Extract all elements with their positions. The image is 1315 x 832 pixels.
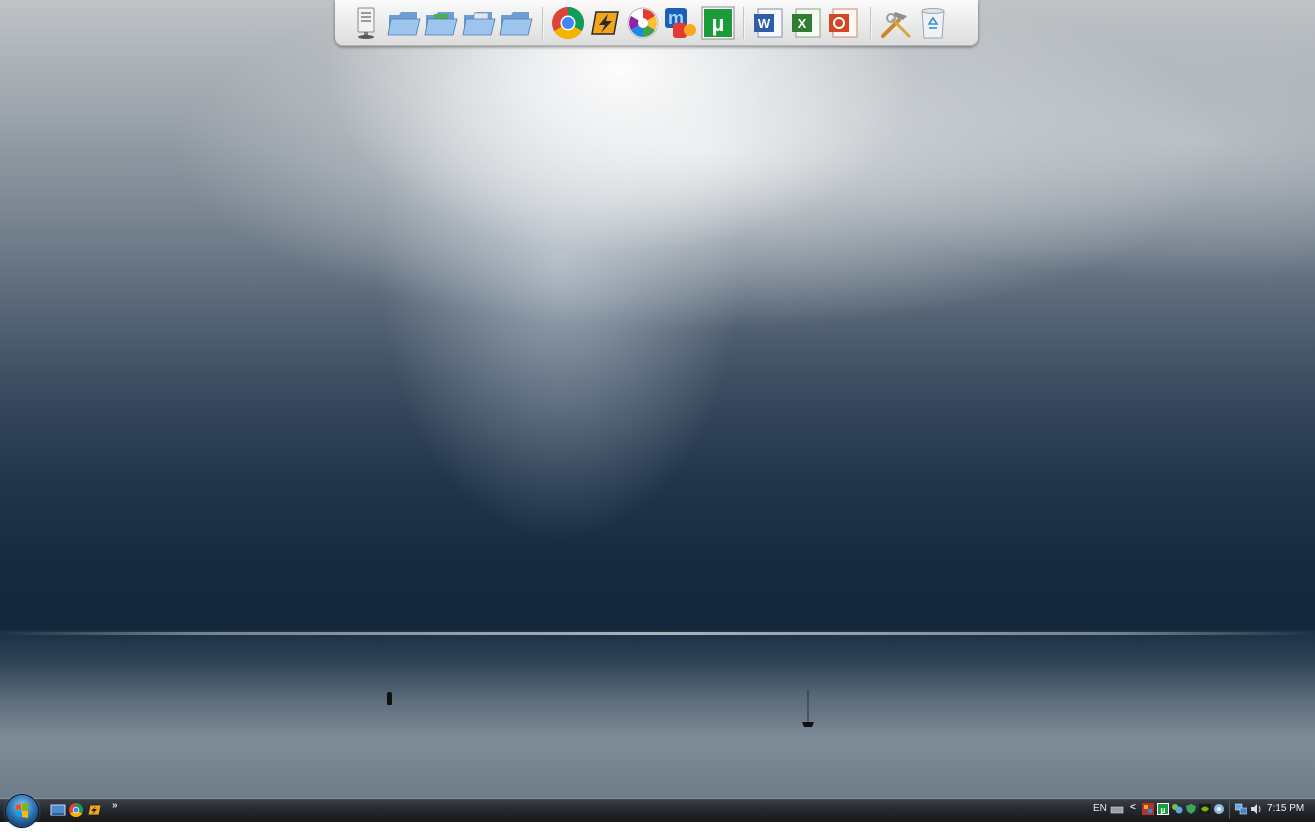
picasa-icon[interactable]: [626, 6, 660, 40]
winamp-icon[interactable]: [588, 6, 622, 40]
excel-icon[interactable]: X: [790, 6, 824, 40]
quick-launch-chevron[interactable]: »: [112, 800, 118, 811]
nvidia-tray-icon[interactable]: [1199, 802, 1211, 814]
folder-icon-4[interactable]: [499, 6, 533, 40]
language-indicator[interactable]: EN: [1093, 803, 1107, 814]
svg-text:W: W: [758, 16, 771, 31]
folder-icon-3[interactable]: [462, 6, 496, 40]
powerpoint-icon[interactable]: [827, 6, 861, 40]
wallpaper-sailboat: [802, 690, 814, 727]
svg-text:X: X: [797, 16, 806, 31]
utorrent-tray-icon[interactable]: µ: [1157, 802, 1169, 815]
wallpaper-horizon: [0, 632, 1315, 635]
wallpaper-sea: [0, 630, 1315, 798]
svg-text:µ: µ: [711, 11, 724, 36]
folder-icon-2[interactable]: [424, 6, 458, 40]
word-icon[interactable]: W: [752, 6, 786, 40]
windows-logo-icon: [16, 803, 28, 818]
network-users-tray-icon[interactable]: [1171, 802, 1183, 814]
svg-text:µ: µ: [1160, 805, 1165, 815]
update-tray-icon[interactable]: [1213, 802, 1225, 814]
folder-icon-1[interactable]: [387, 6, 421, 40]
messenger-tray-icon[interactable]: [1142, 802, 1154, 815]
messenger-icon[interactable]: m: [663, 6, 697, 40]
dock-separator: [743, 7, 744, 39]
tools-icon[interactable]: [879, 6, 913, 40]
shield-tray-icon[interactable]: [1185, 802, 1197, 814]
chrome-icon[interactable]: [551, 6, 585, 40]
show-desktop-icon[interactable]: [50, 802, 66, 818]
dock-separator: [869, 7, 871, 39]
dock-separator: [541, 7, 543, 39]
start-button[interactable]: [6, 795, 38, 827]
network-connection-icon[interactable]: [1234, 802, 1248, 815]
recycle-bin-icon[interactable]: [916, 6, 950, 40]
application-dock: m µ W X: [335, 0, 978, 46]
system-clock[interactable]: 7:15 PM: [1267, 803, 1304, 814]
tray-separator: [1229, 801, 1230, 819]
computer-icon[interactable]: [349, 6, 383, 40]
keyboard-icon[interactable]: [1110, 802, 1124, 814]
desktop-wallpaper: [0, 0, 1315, 798]
winamp-quick-launch-icon[interactable]: [86, 802, 102, 818]
show-hidden-icons-arrow[interactable]: <: [1130, 802, 1142, 814]
chrome-quick-launch-icon[interactable]: [68, 802, 84, 818]
utorrent-icon[interactable]: µ: [701, 6, 735, 40]
volume-icon[interactable]: [1250, 802, 1262, 814]
wallpaper-buoy: [387, 692, 392, 705]
